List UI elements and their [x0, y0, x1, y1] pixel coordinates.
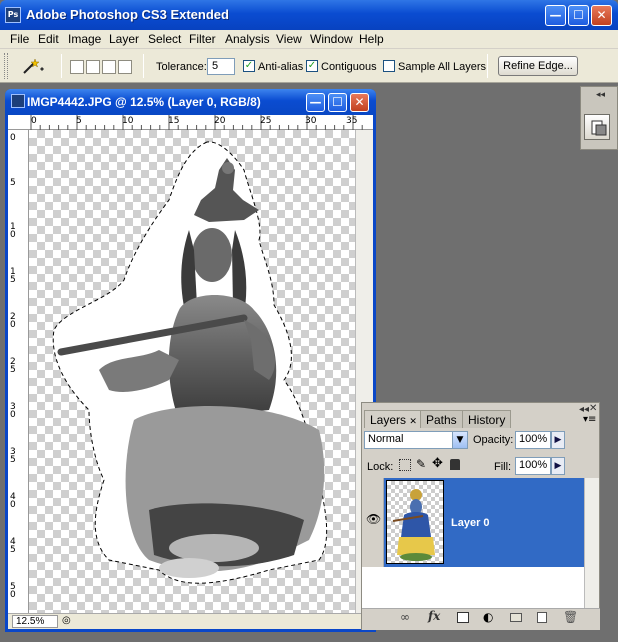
group-folder-icon[interactable]	[510, 613, 522, 622]
document-icon	[11, 94, 25, 108]
statue-image	[52, 141, 328, 584]
intersect-selection-icon[interactable]	[118, 60, 132, 74]
fill-input[interactable]: 100%	[515, 457, 551, 475]
ruler-h-label: 20	[214, 116, 226, 126]
document-title: IMGP4442.JPG @ 12.5% (Layer 0, RGB/8)	[27, 95, 261, 109]
new-layer-icon[interactable]	[537, 612, 547, 623]
options-grip[interactable]	[4, 53, 8, 79]
options-separator	[143, 54, 144, 78]
horizontal-ruler[interactable]	[8, 115, 373, 130]
photoshop-app-icon: Ps	[5, 7, 21, 23]
sample-all-layers-checkbox[interactable]	[383, 60, 395, 72]
ruler-v-label: 0	[10, 133, 16, 143]
new-selection-icon[interactable]	[70, 60, 84, 74]
contiguous-label: Contiguous	[321, 61, 377, 73]
opacity-input[interactable]: 100%	[515, 431, 551, 449]
ruler-h-label: 10	[122, 116, 134, 126]
fill-label: Fill:	[494, 461, 512, 473]
menu-filter[interactable]: Filter	[189, 32, 216, 46]
menu-analysis[interactable]: Analysis	[225, 32, 270, 46]
ruler-h-label: 35	[346, 116, 358, 126]
tab-history[interactable]: History	[462, 410, 512, 428]
menu-layer[interactable]: Layer	[109, 32, 139, 46]
options-separator	[487, 54, 488, 78]
ruler-v-label: 10	[10, 222, 16, 240]
menu-image[interactable]: Image	[68, 32, 101, 46]
delete-layer-icon[interactable]: 🗑	[563, 610, 578, 624]
status-menu-icon[interactable]: ◎	[62, 615, 76, 628]
ruler-h-label: 0	[31, 116, 37, 126]
menu-edit[interactable]: Edit	[38, 32, 59, 46]
layer-style-fx-icon[interactable]: fx	[428, 609, 440, 623]
doc-close-button[interactable]: ✕	[350, 93, 369, 112]
ruler-v-label: 40	[10, 492, 16, 510]
link-layers-icon[interactable]: ∞	[400, 610, 410, 624]
lock-label: Lock:	[367, 461, 394, 473]
sample-all-layers-label: Sample All Layers	[398, 61, 487, 73]
doc-maximize-button[interactable]: ☐	[328, 93, 347, 112]
contiguous-checkbox[interactable]: ✓	[306, 60, 318, 72]
lock-position-icon[interactable]: ✥	[432, 456, 443, 471]
chevron-down-icon[interactable]: ▼	[452, 432, 467, 448]
subtract-from-selection-icon[interactable]	[102, 60, 116, 74]
fill-slider-icon[interactable]: ▶	[551, 457, 565, 475]
close-button[interactable]: ✕	[591, 5, 612, 26]
ruler-v-label: 20	[10, 312, 16, 330]
ruler-h-label: 30	[305, 116, 317, 126]
blend-mode-value: Normal	[368, 433, 404, 445]
ruler-v-label: 15	[10, 267, 16, 285]
ruler-v-label: 35	[10, 447, 16, 465]
antialias-label: Anti-alias	[258, 61, 304, 73]
add-to-selection-icon[interactable]	[86, 60, 100, 74]
ruler-v-label: 50	[10, 582, 16, 600]
layer-name[interactable]: Layer 0	[451, 517, 490, 529]
ruler-v-label: 5	[10, 178, 16, 188]
menu-view[interactable]: View	[276, 32, 302, 46]
eye-icon[interactable]: 👁	[366, 512, 381, 526]
tolerance-label: Tolerance:	[156, 61, 207, 73]
lock-transparency-icon[interactable]	[399, 459, 411, 471]
minimize-button[interactable]: —	[545, 5, 566, 26]
dock-collapse-icon[interactable]: ◂◂	[596, 90, 605, 100]
ruler-h-label: 5	[76, 116, 82, 126]
tab-close-icon[interactable]: ✕	[409, 416, 417, 426]
layer-mask-icon[interactable]	[457, 612, 469, 623]
tab-layers-label: Layers	[370, 413, 407, 427]
lock-pixels-icon[interactable]: ✎	[416, 457, 426, 471]
app-title: Adobe Photoshop CS3 Extended	[26, 7, 229, 22]
zoom-level-field[interactable]: 12.5%	[12, 615, 58, 628]
tab-paths[interactable]: Paths	[420, 410, 463, 428]
ruler-h-label: 15	[168, 116, 180, 126]
tolerance-input[interactable]: 5	[207, 58, 235, 75]
opacity-slider-icon[interactable]: ▶	[551, 431, 565, 449]
maximize-button[interactable]: ☐	[568, 5, 589, 26]
document-canvas[interactable]	[29, 130, 355, 613]
ruler-h-label: 25	[260, 116, 272, 126]
menu-file[interactable]: File	[10, 32, 29, 46]
refine-edge-button[interactable]: Refine Edge...	[498, 56, 578, 76]
layers-scrollbar[interactable]	[584, 478, 599, 608]
opacity-label: Opacity:	[473, 434, 514, 446]
layer-thumbnail[interactable]	[386, 480, 444, 564]
tool-presets-icon[interactable]	[584, 114, 610, 140]
menu-help[interactable]: Help	[359, 32, 384, 46]
options-separator	[61, 54, 62, 78]
doc-minimize-button[interactable]: —	[306, 93, 325, 112]
adjustment-layer-icon[interactable]: ◐	[483, 610, 493, 624]
ruler-v-label: 25	[10, 357, 16, 375]
ruler-v-label: 30	[10, 402, 16, 420]
menu-window[interactable]: Window	[310, 32, 353, 46]
menu-select[interactable]: Select	[148, 32, 181, 46]
antialias-checkbox[interactable]: ✓	[243, 60, 255, 72]
tab-layers[interactable]: Layers ✕	[364, 410, 423, 428]
panel-menu-icon[interactable]: ▾≡	[583, 414, 596, 425]
magic-wand-icon[interactable]	[18, 56, 48, 76]
ruler-v-label: 45	[10, 537, 16, 555]
panel-close-icon[interactable]: ✕	[589, 403, 597, 414]
lock-all-icon[interactable]	[450, 459, 460, 470]
